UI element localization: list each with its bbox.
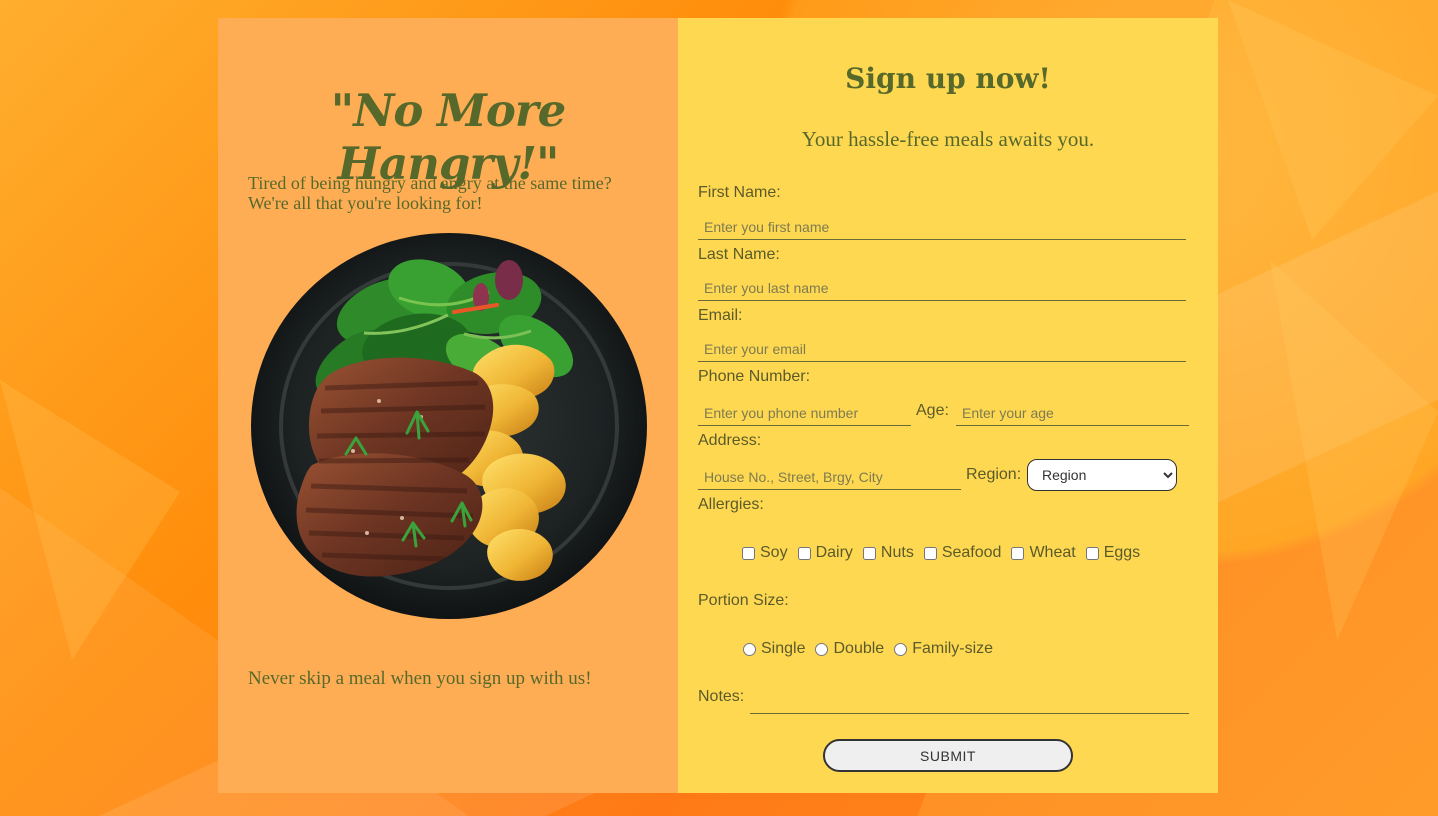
soy-checkbox[interactable] [742,546,755,560]
first-name-input[interactable] [698,214,1186,240]
single-radio[interactable] [743,642,756,656]
portion-option-double[interactable]: Double [815,640,884,658]
family-size-radio[interactable] [894,642,908,656]
allergy-label: Dairy [815,544,853,561]
region-label: Region: [966,466,1022,483]
portion-option-family-size[interactable]: Family-size [894,640,993,658]
background-shape [0,380,180,660]
allergy-label: Seafood [941,544,1002,561]
steak [296,357,494,577]
portion-size-label: Portion Size: [698,592,789,609]
portion-option-single[interactable]: Single [743,640,805,658]
portion-options: Single Double Family-size [743,640,1003,658]
allergies-options: Soy Dairy Nuts Seafood Wheat Eggs [742,544,1150,562]
seafood-checkbox[interactable] [923,546,937,560]
wheat-checkbox[interactable] [1011,546,1025,560]
meal-illustration [251,233,647,619]
allergy-label: Nuts [880,544,914,561]
email-label: Email: [698,307,743,324]
portion-label: Single [761,640,806,657]
allergy-option-soy[interactable]: Soy [742,544,788,562]
allergy-option-seafood[interactable]: Seafood [923,544,1002,562]
notes-input[interactable] [750,688,1189,714]
signup-form-panel: Sign up now! Your hassle-free meals awai… [678,18,1218,793]
meal-image [249,231,649,621]
form-subtitle: Your hassle-free meals awaits you. [801,127,1095,151]
allergy-label: Soy [760,544,788,561]
intro-text: Tired of being hungry and angry at the s… [248,173,612,213]
submit-button[interactable]: SUBMIT [823,739,1073,772]
double-radio[interactable] [815,642,829,656]
allergy-label: Eggs [1103,544,1141,561]
last-name-label: Last Name: [698,246,780,263]
background-shape [1228,0,1438,240]
tagline: Never skip a meal when you sign up with … [248,668,592,689]
email-input[interactable] [698,336,1186,362]
dairy-checkbox[interactable] [797,546,811,560]
first-name-label: First Name: [698,184,781,201]
portion-label: Family-size [912,640,994,657]
region-select[interactable]: Region [1027,459,1177,491]
portion-label: Double [833,640,885,657]
background-shape [1270,260,1438,640]
promo-panel: "No More Hangry!" Tired of being hungry … [218,18,678,793]
phone-input[interactable] [698,400,911,426]
address-input[interactable] [698,464,961,490]
signup-card: "No More Hangry!" Tired of being hungry … [218,18,1218,793]
form-title: Sign up now! [845,62,1051,95]
allergy-option-wheat[interactable]: Wheat [1011,544,1076,562]
allergy-option-eggs[interactable]: Eggs [1085,544,1141,562]
phone-label: Phone Number: [698,368,811,385]
age-label: Age: [916,402,949,419]
nuts-checkbox[interactable] [862,546,876,560]
address-label: Address: [698,432,762,449]
allergy-option-nuts[interactable]: Nuts [862,544,914,562]
allergy-option-dairy[interactable]: Dairy [797,544,853,562]
allergies-label: Allergies: [698,496,764,513]
eggs-checkbox[interactable] [1085,546,1099,560]
last-name-input[interactable] [698,275,1186,301]
age-input[interactable] [956,400,1189,426]
allergy-label: Wheat [1029,544,1076,561]
notes-label: Notes: [698,688,745,705]
